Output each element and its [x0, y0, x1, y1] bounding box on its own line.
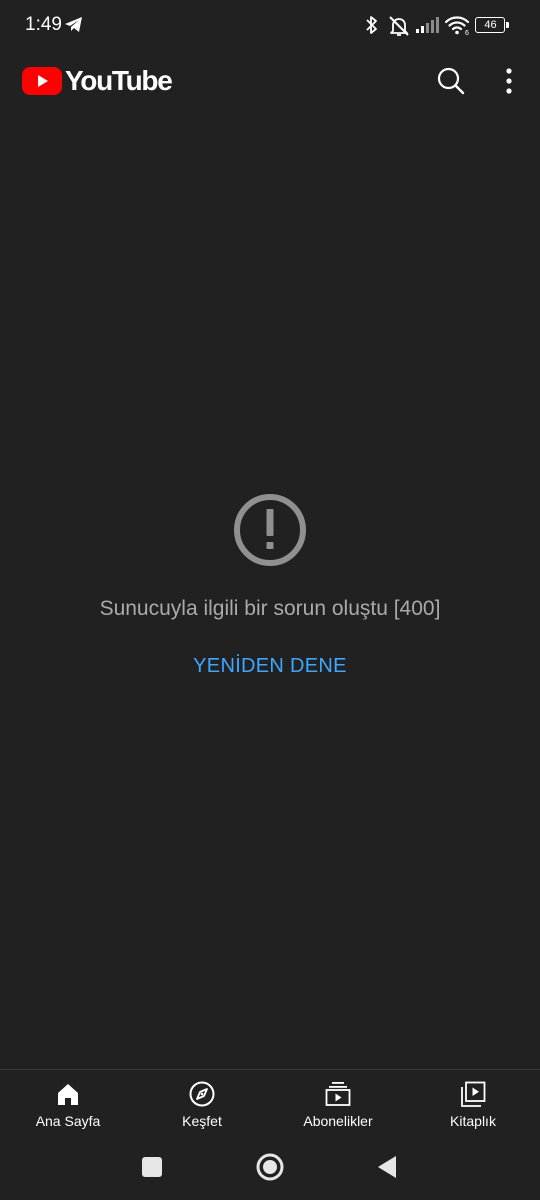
nav-item-home[interactable]: Ana Sayfa	[13, 1070, 123, 1138]
home-circle-icon	[256, 1153, 284, 1181]
app-bar: YouTube	[0, 52, 540, 108]
system-navigation-bar	[0, 1137, 540, 1200]
retry-button[interactable]: YENİDEN DENE	[170, 646, 370, 686]
search-icon	[437, 67, 465, 95]
svg-text:6: 6	[465, 30, 469, 36]
home-system-button[interactable]	[255, 1152, 285, 1182]
library-icon	[461, 1081, 486, 1107]
bottom-navigation: Ana Sayfa Keşfet Abonelikler Kitaplık	[0, 1069, 540, 1138]
recents-button[interactable]	[140, 1155, 164, 1179]
status-bar: 1:49 6 46	[0, 0, 540, 52]
explore-compass-icon	[189, 1081, 215, 1107]
nav-item-library[interactable]: Kitaplık	[418, 1070, 528, 1138]
nav-label-home: Ana Sayfa	[35, 1113, 101, 1129]
youtube-wordmark: YouTube	[65, 65, 173, 96]
muted-bell-icon	[387, 14, 411, 43]
nav-label-library: Kitaplık	[450, 1113, 496, 1129]
home-icon	[58, 1084, 78, 1105]
cellular-signal-icon	[416, 17, 440, 39]
error-exclamation-icon	[232, 492, 308, 568]
nav-label-explore: Keşfet	[182, 1113, 222, 1129]
back-button[interactable]	[374, 1154, 400, 1180]
search-button[interactable]	[434, 64, 468, 98]
recents-square-icon	[142, 1157, 162, 1177]
nav-item-subscriptions[interactable]: Abonelikler	[283, 1070, 393, 1138]
status-time: 1:49	[25, 14, 62, 35]
bluetooth-icon	[364, 14, 380, 41]
battery-icon: 46	[475, 15, 509, 35]
battery-level: 46	[484, 19, 497, 31]
telegram-icon	[64, 16, 84, 39]
wifi-icon: 6	[444, 14, 472, 41]
back-triangle-icon	[378, 1156, 396, 1178]
more-vertical-icon	[506, 68, 512, 94]
subscriptions-icon	[325, 1082, 351, 1106]
nav-item-explore[interactable]: Keşfet	[147, 1070, 257, 1138]
nav-label-subscriptions: Abonelikler	[303, 1113, 373, 1129]
more-options-button[interactable]	[495, 64, 523, 98]
youtube-play-icon	[22, 67, 62, 95]
error-message: Sunucuyla ilgili bir sorun oluştu [400]	[99, 597, 441, 620]
